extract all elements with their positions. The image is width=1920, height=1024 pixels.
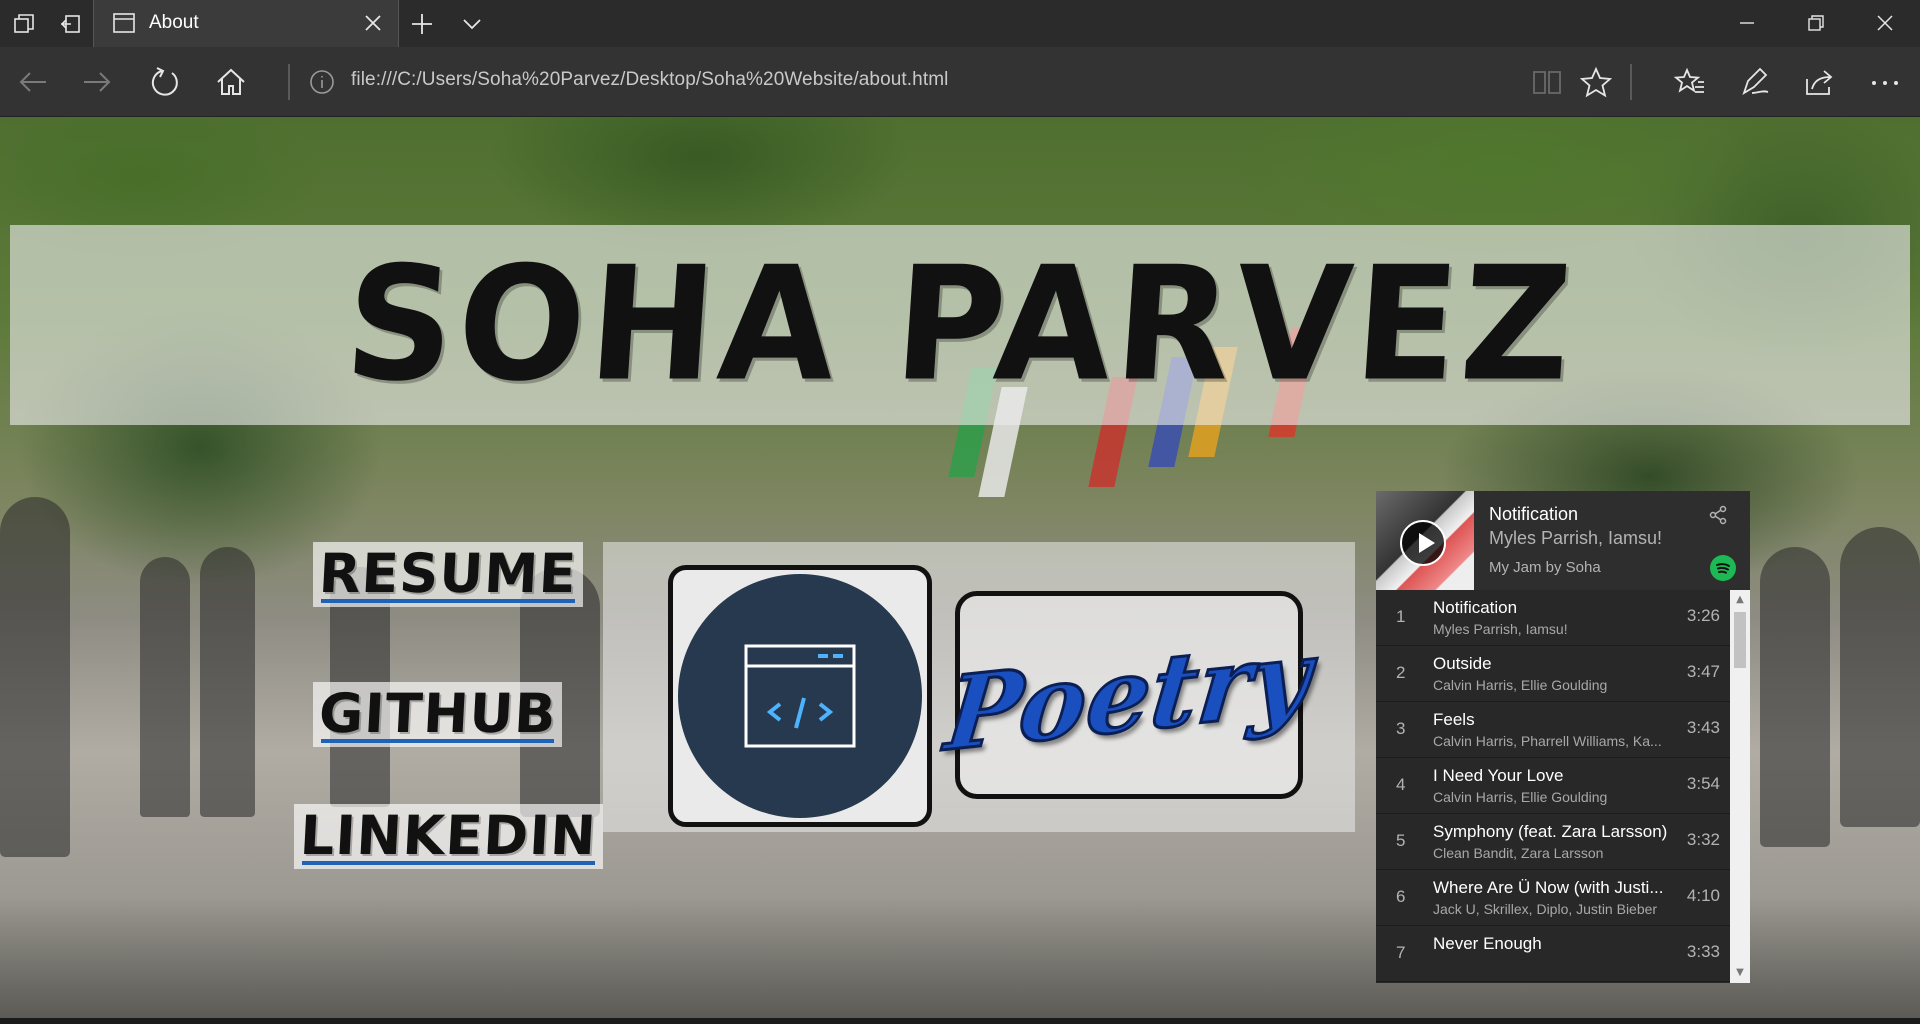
track-title: Never Enough	[1433, 934, 1542, 953]
pen-icon[interactable]	[1738, 65, 1772, 99]
poetry-card[interactable]: Poetry	[939, 591, 1319, 799]
github-link-label: GITHUB	[317, 682, 559, 745]
track-artist: Calvin Harris, Ellie Goulding	[1433, 789, 1608, 805]
page-icon	[112, 12, 136, 34]
favorites-icon[interactable]	[1673, 65, 1707, 99]
projects-card[interactable]	[668, 565, 932, 827]
track-number: 7	[1396, 943, 1406, 962]
code-window-icon	[678, 574, 922, 818]
track-duration: 3:33	[1686, 942, 1720, 961]
track-title: Symphony (feat. Zara Larsson)	[1433, 822, 1668, 841]
track-list-scrollbar[interactable]: ▲ ▼	[1730, 590, 1750, 983]
resume-link-label: RESUME	[317, 542, 579, 605]
back-icon[interactable]	[16, 65, 50, 99]
track-artist: Myles Parrish, Iamsu!	[1433, 621, 1568, 637]
track-title: Where Are Ü Now (with Justi...	[1433, 878, 1664, 897]
more-icon[interactable]	[1868, 65, 1902, 99]
chevron-down-icon[interactable]	[460, 14, 484, 34]
restore-icon[interactable]	[1803, 10, 1829, 36]
star-icon[interactable]	[1579, 65, 1613, 99]
now-playing-artist: Myles Parrish, Iamsu!	[1489, 528, 1663, 548]
close-icon[interactable]	[362, 12, 384, 34]
track-list: 1 Notification Myles Parrish, Iamsu! 3:2…	[1376, 590, 1730, 983]
background-person	[1840, 527, 1920, 827]
track-row[interactable]: 7 Never Enough 3:33	[1376, 926, 1730, 982]
reading-view-icon[interactable]	[1530, 65, 1564, 99]
track-row[interactable]: 4 I Need Your Love Calvin Harris, Ellie …	[1376, 758, 1730, 814]
minimize-icon[interactable]	[1734, 10, 1760, 36]
track-duration: 3:54	[1686, 774, 1720, 793]
window-bottom-edge	[0, 1018, 1920, 1024]
track-number: 1	[1396, 607, 1406, 626]
track-duration: 3:47	[1686, 662, 1720, 681]
toolbar-divider	[288, 64, 290, 100]
track-title: Outside	[1433, 654, 1492, 673]
background-person	[0, 497, 70, 857]
refresh-icon[interactable]	[148, 65, 182, 99]
track-row[interactable]: 3 Feels Calvin Harris, Pharrell Williams…	[1376, 702, 1730, 758]
track-artist: Clean Bandit, Zara Larsson	[1433, 845, 1604, 861]
linkedin-link[interactable]: LINKEDIN	[294, 804, 603, 869]
tab-about[interactable]: About	[93, 0, 399, 47]
link-underline	[321, 738, 555, 743]
address-bar: file:///C:/Users/Soha%20Parvez/Desktop/S…	[0, 47, 1920, 117]
tab-title: About	[149, 12, 199, 33]
page-background: SOHA PARVEZ RESUME GITHUB LINKEDIN Poetr…	[0, 117, 1920, 1024]
track-row[interactable]: 2 Outside Calvin Harris, Ellie Goulding …	[1376, 646, 1730, 702]
track-number: 2	[1396, 663, 1406, 682]
linkedin-link-label: LINKEDIN	[298, 804, 599, 867]
plus-icon[interactable]	[410, 12, 434, 36]
share-icon[interactable]	[1802, 65, 1836, 99]
track-row[interactable]: 6 Where Are Ü Now (with Justi... Jack U,…	[1376, 870, 1730, 926]
scrollbar-thumb[interactable]	[1734, 612, 1746, 668]
track-artist: Jack U, Skrillex, Diplo, Justin Bieber	[1433, 901, 1658, 917]
tab-bar: About	[0, 0, 1920, 47]
background-person	[140, 557, 190, 817]
track-title: Feels	[1433, 710, 1475, 729]
playlist-name[interactable]: My Jam by Soha	[1489, 559, 1601, 576]
toolbar-divider	[1630, 64, 1632, 100]
track-artist: Calvin Harris, Pharrell Williams, Ka...	[1433, 733, 1662, 749]
spotify-player: Notification Myles Parrish, Iamsu! My Ja…	[1376, 491, 1750, 983]
share-icon[interactable]	[1708, 505, 1728, 525]
track-number: 6	[1396, 887, 1406, 906]
scroll-up-icon[interactable]: ▲	[1734, 594, 1746, 606]
tab-preview-icon[interactable]	[10, 10, 38, 38]
track-number: 5	[1396, 831, 1406, 850]
play-icon[interactable]	[1400, 520, 1446, 566]
track-duration: 3:26	[1686, 606, 1720, 625]
name-banner: SOHA PARVEZ	[10, 225, 1910, 425]
now-playing-header: Notification Myles Parrish, Iamsu! My Ja…	[1376, 491, 1750, 590]
track-duration: 3:43	[1686, 718, 1720, 737]
track-artist: Calvin Harris, Ellie Goulding	[1433, 677, 1608, 693]
track-number: 3	[1396, 719, 1406, 738]
background-person	[1760, 547, 1830, 847]
info-icon[interactable]	[309, 69, 335, 95]
track-title: Notification	[1433, 598, 1518, 617]
set-aside-tabs-icon[interactable]	[56, 10, 84, 38]
background-person	[200, 547, 255, 817]
link-underline	[302, 860, 595, 865]
track-number: 4	[1396, 775, 1406, 794]
url-field[interactable]: file:///C:/Users/Soha%20Parvez/Desktop/S…	[351, 69, 948, 91]
poetry-label: Poetry	[939, 614, 1318, 775]
close-window-icon[interactable]	[1872, 10, 1898, 36]
track-row[interactable]: 1 Notification Myles Parrish, Iamsu! 3:2…	[1376, 590, 1730, 646]
github-link[interactable]: GITHUB	[313, 682, 563, 747]
track-row[interactable]: 5 Symphony (feat. Zara Larsson) Clean Ba…	[1376, 814, 1730, 870]
track-duration: 3:32	[1686, 830, 1720, 849]
track-duration: 4:10	[1686, 886, 1720, 905]
link-underline	[321, 598, 575, 603]
page-title: SOHA PARVEZ	[339, 233, 1581, 417]
now-playing-title: Notification	[1489, 504, 1579, 524]
spotify-logo-icon[interactable]	[1710, 555, 1736, 581]
scroll-down-icon[interactable]: ▼	[1734, 967, 1746, 979]
home-icon[interactable]	[214, 65, 248, 99]
track-title: I Need Your Love	[1433, 766, 1564, 785]
resume-link[interactable]: RESUME	[313, 542, 583, 607]
forward-icon[interactable]	[80, 65, 114, 99]
